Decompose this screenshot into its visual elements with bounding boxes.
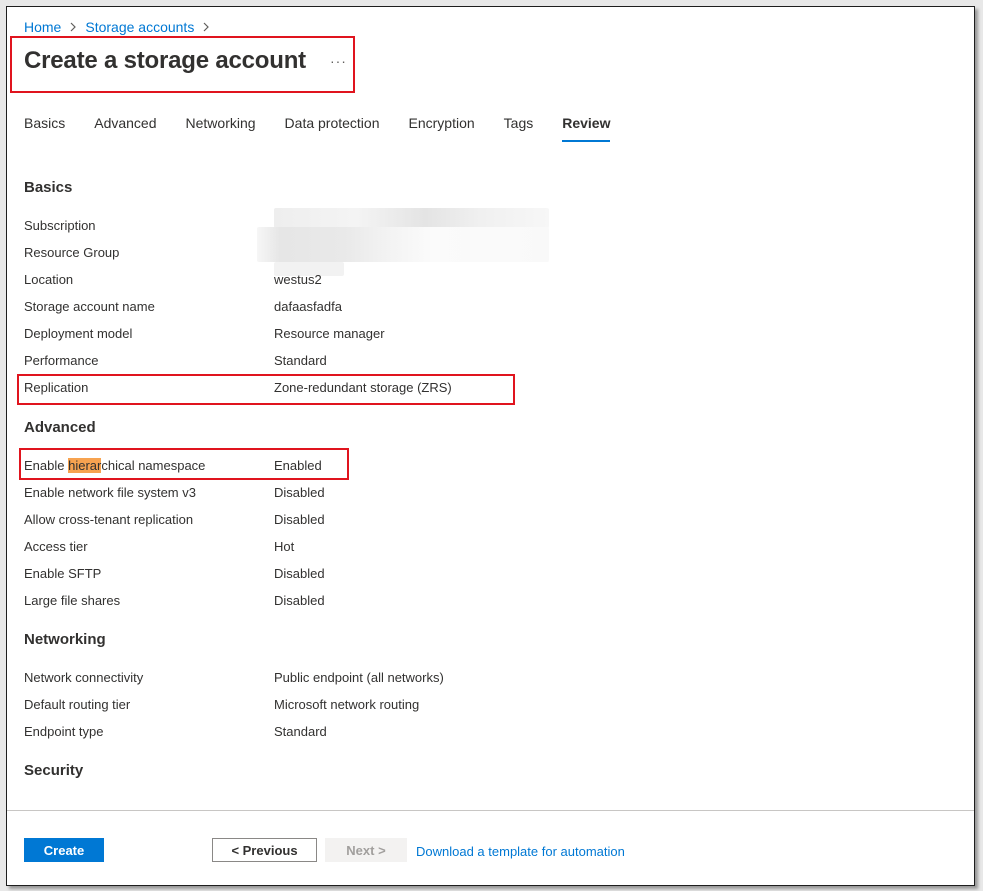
row-value-storage-account-name: dafaasfadfa: [274, 299, 342, 314]
row-label-nfs-v3: Enable network file system v3: [24, 485, 196, 500]
search-match-highlight: hierar: [68, 458, 102, 473]
row-label-large-file-shares: Large file shares: [24, 593, 121, 608]
row-value-location: westus2: [274, 272, 322, 287]
label-suffix: chical namespace: [101, 458, 206, 473]
portal-blade: Home Storage accounts Create a storage a…: [6, 6, 975, 886]
row-value-sftp: Disabled: [274, 566, 325, 581]
footer-divider: [7, 810, 974, 811]
tab-bar: Basics Advanced Networking Data protecti…: [24, 115, 639, 142]
row-value-access-tier: Hot: [274, 539, 295, 554]
row-value-deployment-model: Resource manager: [274, 326, 385, 341]
redacted-resource-group: [257, 227, 549, 262]
row-label-resource-group: Resource Group: [24, 245, 120, 260]
row-label-sftp: Enable SFTP: [24, 566, 102, 581]
row-label-storage-account-name: Storage account name: [24, 299, 155, 314]
breadcrumb-storage-accounts[interactable]: Storage accounts: [85, 19, 194, 35]
row-value-hierarchical-namespace: Enabled: [274, 458, 322, 473]
title-row: Create a storage account ···: [24, 47, 347, 75]
redacted-subscription: [274, 208, 549, 228]
row-label-replication: Replication: [24, 380, 89, 395]
row-label-location: Location: [24, 272, 74, 287]
breadcrumb-home[interactable]: Home: [24, 19, 61, 35]
section-title-basics: Basics: [24, 179, 73, 196]
next-button[interactable]: Next >: [325, 838, 407, 862]
tab-basics[interactable]: Basics: [24, 115, 65, 142]
row-label-deployment-model: Deployment model: [24, 326, 133, 341]
tab-encryption[interactable]: Encryption: [409, 115, 475, 142]
row-label-default-routing-tier: Default routing tier: [24, 697, 131, 712]
row-value-network-connectivity: Public endpoint (all networks): [274, 670, 444, 685]
row-value-cross-tenant-replication: Disabled: [274, 512, 325, 527]
row-value-default-routing-tier: Microsoft network routing: [274, 697, 420, 712]
row-label-hierarchical-namespace: Enable hierarchical namespace: [24, 458, 205, 473]
create-button[interactable]: Create: [24, 838, 104, 862]
tab-data-protection[interactable]: Data protection: [285, 115, 380, 142]
section-title-advanced: Advanced: [24, 419, 96, 436]
row-label-performance: Performance: [24, 353, 99, 368]
tab-tags[interactable]: Tags: [504, 115, 534, 142]
previous-button[interactable]: < Previous: [212, 838, 317, 862]
row-label-cross-tenant-replication: Allow cross-tenant replication: [24, 512, 194, 527]
row-value-replication: Zone-redundant storage (ZRS): [274, 380, 452, 395]
breadcrumb: Home Storage accounts: [24, 19, 212, 35]
screenshot-frame: Home Storage accounts Create a storage a…: [0, 0, 983, 891]
tab-advanced[interactable]: Advanced: [94, 115, 156, 142]
ellipsis-icon[interactable]: ···: [330, 53, 347, 69]
row-value-nfs-v3: Disabled: [274, 485, 325, 500]
tab-networking[interactable]: Networking: [186, 115, 256, 142]
label-prefix: Enable: [24, 458, 69, 473]
row-value-endpoint-type: Standard: [274, 724, 327, 739]
page-title: Create a storage account: [24, 47, 306, 74]
section-title-security: Security: [24, 762, 84, 779]
row-label-network-connectivity: Network connectivity: [24, 670, 144, 685]
row-label-endpoint-type: Endpoint type: [24, 724, 104, 739]
tab-review[interactable]: Review: [562, 115, 611, 142]
row-value-large-file-shares: Disabled: [274, 593, 325, 608]
row-label-subscription: Subscription: [24, 218, 96, 233]
download-template-link[interactable]: Download a template for automation: [416, 844, 625, 859]
row-value-performance: Standard: [274, 353, 327, 368]
section-title-networking: Networking: [24, 631, 106, 648]
chevron-right-icon: [202, 19, 210, 35]
chevron-right-icon: [69, 19, 77, 35]
row-label-access-tier: Access tier: [24, 539, 88, 554]
